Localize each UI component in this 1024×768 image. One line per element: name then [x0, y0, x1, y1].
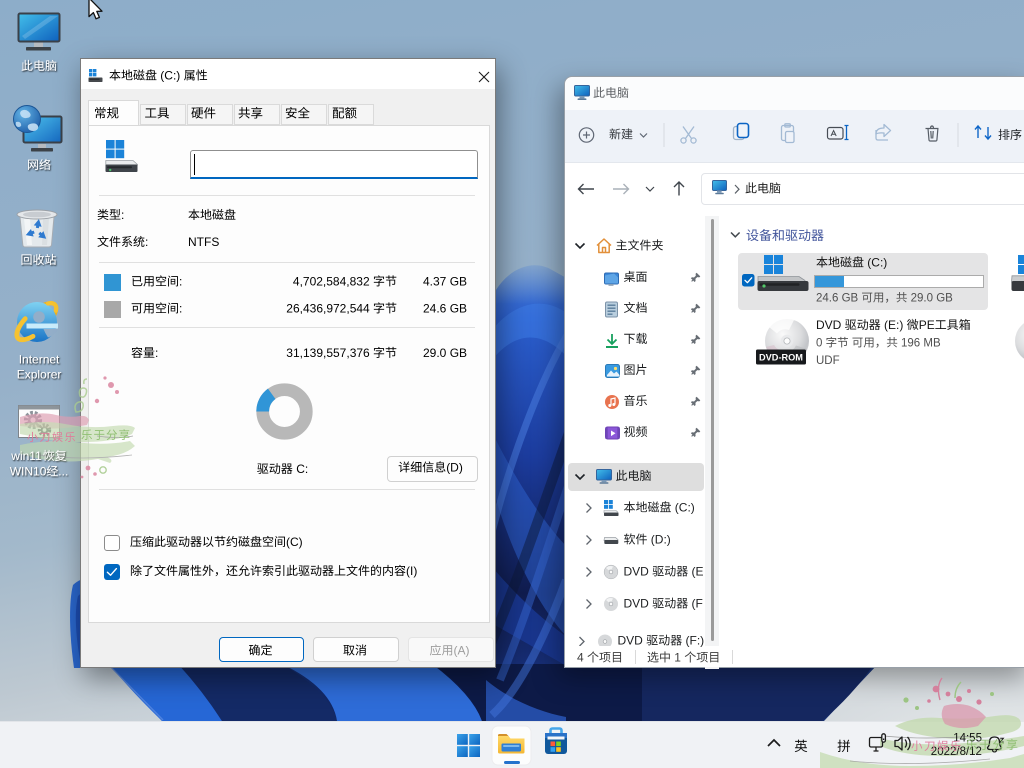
svg-text:DVD-ROM: DVD-ROM [759, 353, 803, 363]
